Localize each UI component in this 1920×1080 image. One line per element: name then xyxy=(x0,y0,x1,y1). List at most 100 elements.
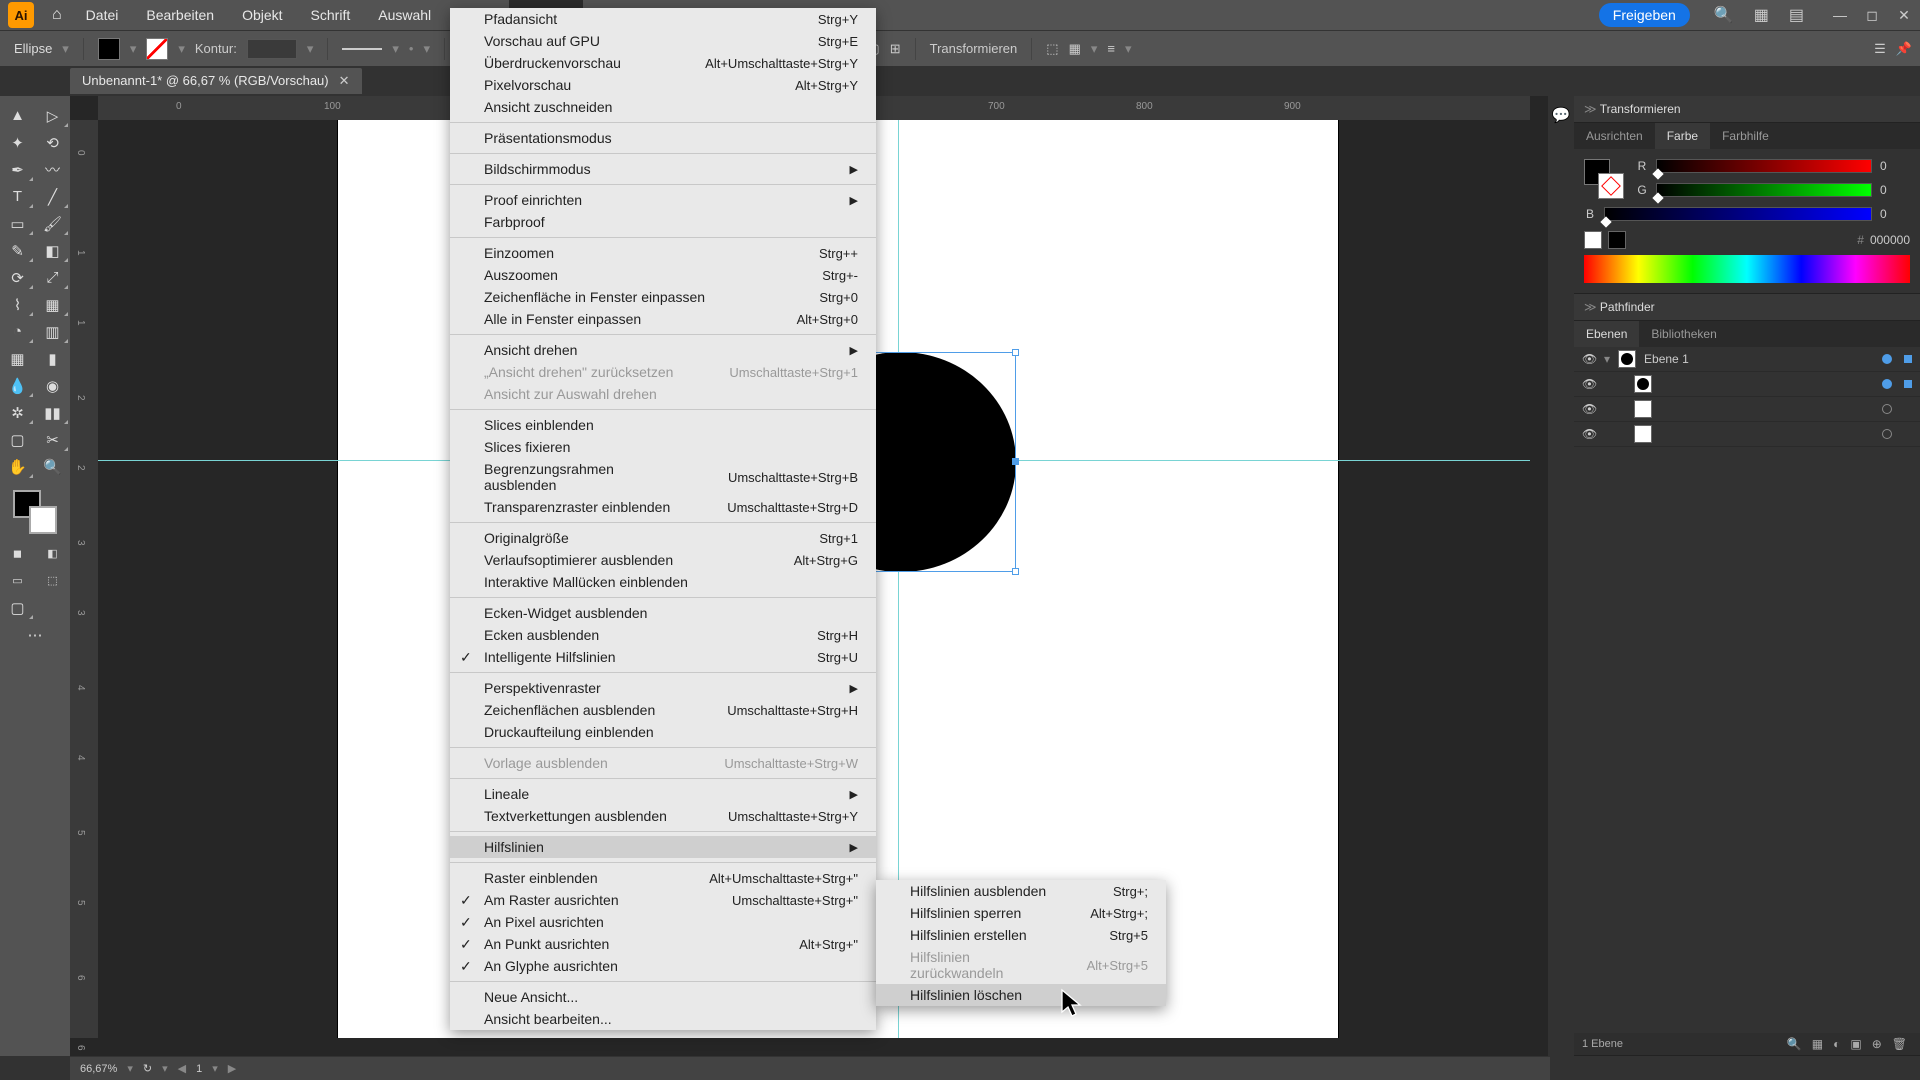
edit-toolbar-icon[interactable]: ⋯ xyxy=(0,621,70,648)
menu-item[interactable]: Proof einrichten▶ xyxy=(450,189,876,211)
menu-item[interactable]: Ecken-Widget ausblenden xyxy=(450,602,876,624)
menu-item[interactable]: EinzoomenStrg++ xyxy=(450,242,876,264)
menu-item[interactable]: ✓An Glyphe ausrichten xyxy=(450,955,876,977)
transform-label[interactable]: Transformieren xyxy=(930,41,1018,56)
white-swatch[interactable] xyxy=(1584,231,1602,249)
menu-item[interactable]: ✓An Pixel ausrichten xyxy=(450,911,876,933)
menu-item[interactable]: Vorschau auf GPUStrg+E xyxy=(450,30,876,52)
selection-tool[interactable]: ▲ xyxy=(0,102,35,129)
scale-tool[interactable]: ⤢ xyxy=(35,264,70,291)
artboard-nav[interactable]: 1 xyxy=(196,1063,202,1075)
tab-bibliotheken[interactable]: Bibliotheken xyxy=(1639,321,1728,347)
direct-selection-tool[interactable]: ▷ xyxy=(35,102,70,129)
vertical-ruler[interactable]: 0 1 1 2 2 3 3 4 4 5 5 6 6 xyxy=(70,120,98,1038)
shaper-tool[interactable]: ✎ xyxy=(0,237,35,264)
maximize-icon[interactable]: ◻ xyxy=(1856,7,1888,24)
slice-tool[interactable]: ✂ xyxy=(35,426,70,453)
target-icon[interactable] xyxy=(1882,429,1892,439)
transform-panel-title[interactable]: ≫ Transformieren xyxy=(1574,96,1920,122)
menu-bearbeiten[interactable]: Bearbeiten xyxy=(132,0,228,30)
menu-item[interactable]: PfadansichtStrg+Y xyxy=(450,8,876,30)
menu-item[interactable]: AuszoomenStrg+- xyxy=(450,264,876,286)
mesh-tool[interactable]: ▦ xyxy=(0,345,35,372)
menu-schrift[interactable]: Schrift xyxy=(297,0,365,30)
menu-item[interactable]: Textverkettungen ausblendenUmschalttaste… xyxy=(450,805,876,827)
menu-item[interactable]: OriginalgrößeStrg+1 xyxy=(450,527,876,549)
expand-icon[interactable]: ▾ xyxy=(1604,352,1610,366)
zoom-tool[interactable]: 🔍 xyxy=(35,453,70,480)
locate-layer-icon[interactable]: 🔍 xyxy=(1787,1037,1802,1051)
r-value[interactable]: 0 xyxy=(1880,159,1910,173)
menu-auswahl[interactable]: Auswahl xyxy=(364,0,445,30)
menu-item[interactable]: PixelvorschauAlt+Strg+Y xyxy=(450,74,876,96)
menu-item[interactable]: Raster einblendenAlt+Umschalttaste+Strg+… xyxy=(450,867,876,889)
menu-item[interactable]: Neue Ansicht... xyxy=(450,986,876,1008)
tab-farbhilfe[interactable]: Farbhilfe xyxy=(1710,123,1781,149)
visibility-icon[interactable]: 👁 xyxy=(1582,377,1596,391)
layer-row[interactable]: 👁 xyxy=(1574,422,1920,447)
layer-row[interactable]: 👁 xyxy=(1574,397,1920,422)
target-icon[interactable] xyxy=(1882,404,1892,414)
menu-item[interactable]: Alle in Fenster einpassenAlt+Strg+0 xyxy=(450,308,876,330)
new-sublayer-icon[interactable]: ▣ xyxy=(1850,1037,1861,1051)
constrain-icon[interactable]: ⊞ xyxy=(890,41,901,57)
stroke-swatch[interactable] xyxy=(146,38,168,60)
stroke-weight-input[interactable] xyxy=(247,39,297,59)
rotate-view-icon[interactable]: ↻ xyxy=(143,1062,152,1075)
menu-item[interactable]: Ecken ausblendenStrg+H xyxy=(450,624,876,646)
magic-wand-tool[interactable]: ✦ xyxy=(0,129,35,156)
graph-tool[interactable]: ▮▮ xyxy=(35,399,70,426)
menu-item[interactable]: Farbproof xyxy=(450,211,876,233)
gradient-tool[interactable]: ▮ xyxy=(35,345,70,372)
width-tool[interactable]: ⌇ xyxy=(0,291,35,318)
panel-toggle-icon[interactable]: ☰ xyxy=(1874,41,1886,57)
menu-item[interactable]: Hilfslinien sperrenAlt+Strg+; xyxy=(876,902,1166,924)
menu-item[interactable]: ✓An Punkt ausrichtenAlt+Strg+" xyxy=(450,933,876,955)
share-button[interactable]: Freigeben xyxy=(1599,3,1690,27)
menu-item[interactable]: Zeichenfläche in Fenster einpassenStrg+0 xyxy=(450,286,876,308)
g-value[interactable]: 0 xyxy=(1880,183,1910,197)
menu-objekt[interactable]: Objekt xyxy=(228,0,296,30)
menu-item[interactable]: Druckaufteilung einblenden xyxy=(450,721,876,743)
layer-row[interactable]: 👁 xyxy=(1574,372,1920,397)
layer-row[interactable]: 👁▾Ebene 1 xyxy=(1574,347,1920,372)
stroke-color-swatch[interactable] xyxy=(29,506,57,534)
menu-item[interactable]: Slices einblenden xyxy=(450,414,876,436)
visibility-icon[interactable]: 👁 xyxy=(1582,427,1596,441)
menu-item[interactable]: Hilfslinien erstellenStrg+5 xyxy=(876,924,1166,946)
rotate-tool[interactable]: ⟳ xyxy=(0,264,35,291)
arrange-icon-2[interactable]: ≡ xyxy=(1107,41,1115,56)
artboard-tool[interactable]: ▢ xyxy=(0,426,35,453)
menu-item[interactable]: Ansicht bearbeiten... xyxy=(450,1008,876,1030)
delete-layer-icon[interactable]: 🗑 xyxy=(1892,1037,1907,1051)
black-swatch[interactable] xyxy=(1608,231,1626,249)
draw-inside-icon[interactable]: ⬚ xyxy=(35,567,70,594)
target-icon[interactable] xyxy=(1882,379,1892,389)
close-icon[interactable]: ✕ xyxy=(1888,7,1920,24)
color-spectrum[interactable] xyxy=(1584,255,1910,283)
lasso-tool[interactable]: ⟲ xyxy=(35,129,70,156)
pin-icon[interactable]: 📌 xyxy=(1896,41,1912,57)
arrange-icon[interactable]: ▦ xyxy=(1754,5,1769,25)
tab-ausrichten[interactable]: Ausrichten xyxy=(1574,123,1655,149)
eraser-tool[interactable]: ◧ xyxy=(35,237,70,264)
symbol-tool[interactable]: ✲ xyxy=(0,399,35,426)
menu-item[interactable]: Präsentationsmodus xyxy=(450,127,876,149)
menu-datei[interactable]: Datei xyxy=(72,0,133,30)
isolate-icon[interactable]: ⬚ xyxy=(1046,41,1058,57)
tab-ebenen[interactable]: Ebenen xyxy=(1574,321,1639,347)
menu-item[interactable]: Slices fixieren xyxy=(450,436,876,458)
menu-item[interactable]: Transparenzraster einblendenUmschalttast… xyxy=(450,496,876,518)
close-tab-icon[interactable]: ✕ xyxy=(339,68,350,94)
menu-item[interactable]: ÜberdruckenvorschauAlt+Umschalttaste+Str… xyxy=(450,52,876,74)
hand-tool[interactable]: ✋ xyxy=(0,453,35,480)
shape-builder-tool[interactable]: ◔ xyxy=(0,318,35,345)
blend-tool[interactable]: ◉ xyxy=(35,372,70,399)
app-logo-icon[interactable]: Ai xyxy=(8,2,34,28)
line-tool[interactable]: ╱ xyxy=(35,183,70,210)
menu-item[interactable]: Hilfslinien ausblendenStrg+; xyxy=(876,880,1166,902)
comments-icon[interactable]: 💬 xyxy=(1552,106,1571,124)
pen-tool[interactable]: ✒ xyxy=(0,156,35,183)
menu-item[interactable]: Lineale▶ xyxy=(450,783,876,805)
home-icon[interactable]: ⌂ xyxy=(52,6,62,24)
